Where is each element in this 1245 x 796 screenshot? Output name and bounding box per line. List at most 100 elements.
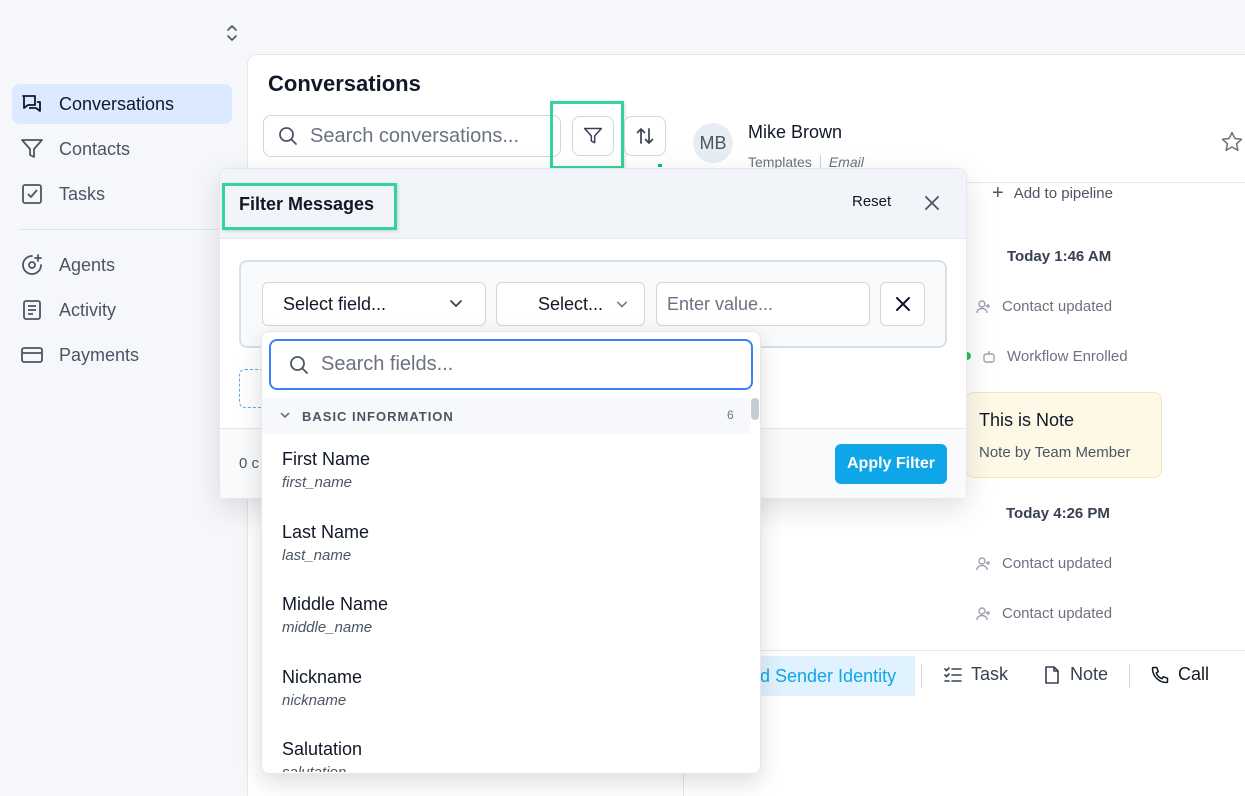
close-icon [895,297,910,311]
sort-arrows-icon [636,128,654,144]
field-select[interactable]: Select field... [262,282,486,326]
field-option-key: last_name [282,546,352,564]
sidebar-collapse-toggle[interactable] [222,22,242,44]
field-option-key: middle_name [282,619,373,637]
operator-select[interactable]: Select... [496,282,645,326]
apply-filter-button[interactable]: Apply Filter [835,444,947,484]
close-button[interactable] [922,193,942,213]
reset-button[interactable]: Reset [852,193,891,210]
remove-rule-button[interactable] [880,282,925,326]
note-card [966,392,1162,478]
task-button[interactable]: Task [943,664,1008,685]
field-option-label: First Name [282,449,371,469]
field-option-key: first_name [282,474,353,491]
sidebar-item-label: Contacts [59,138,131,159]
scrollbar[interactable] [751,398,759,420]
group-label: BASIC INFORMATION [302,409,454,424]
note-label: Note [1070,664,1109,684]
search-icon [290,355,308,374]
chevron-down-icon [450,300,462,308]
funnel-icon [583,127,603,144]
user-plus-icon [976,606,992,622]
note-author: Note by Team Member [979,444,1131,461]
timestamp-label: Today 1:46 AM [1007,248,1112,265]
tab-indicator [658,164,662,167]
chevron-down-icon [616,301,628,308]
call-label: Call [1178,664,1210,684]
activity-text: Workflow Enrolled [1007,348,1128,365]
sort-button[interactable] [624,116,666,156]
call-button[interactable]: Call [1150,664,1209,685]
task-label: Task [971,664,1009,684]
sidebar-item-label: Conversations [59,93,175,114]
modal-title: Filter Messages [239,194,375,214]
close-icon [925,196,939,210]
sidebar-item-label: Tasks [59,183,106,204]
field-option-label: Middle Name [282,594,389,615]
check-square-icon [20,182,44,206]
sidebar-item-label: Agents [59,254,116,275]
timestamp-label: Today 4:26 PM [1006,505,1110,522]
field-list: First Name first_name Last Name last_nam… [262,434,750,772]
sidebar-divider [18,229,228,230]
sidebar-item-payments[interactable]: Payments [12,335,232,375]
value-input[interactable]: Enter value... [656,282,870,326]
sender-identity-label: d Sender Identity [760,665,897,686]
search-placeholder: Search conversations... [310,124,519,147]
field-option[interactable]: Last Name last_name [262,507,750,580]
sidebar-item-tasks[interactable]: Tasks [12,174,232,214]
sparkle-agent-icon [20,253,44,277]
sidebar-item-activity[interactable]: Activity [12,290,232,330]
add-to-pipeline-button[interactable]: + Add to pipeline [992,183,1113,203]
note-button[interactable]: Note [1042,664,1108,685]
user-plus-icon [976,556,992,572]
contact-name: Mike Brown [748,122,843,142]
chevron-up-down-icon [227,25,237,41]
sidebar-item-label: Activity [59,299,117,320]
avatar: MB [693,123,733,163]
activity-item: Workflow Enrolled [981,348,1128,365]
phone-icon [1150,665,1170,685]
field-select-value: Select field... [283,293,387,314]
sidebar-item-agents[interactable]: Agents [12,245,232,285]
robot-icon [981,349,997,365]
sidebar-item-conversations[interactable]: Conversations [12,84,232,124]
field-option-label: Salutation [282,739,363,760]
field-search-placeholder: Search fields... [321,353,454,375]
star-icon[interactable] [1220,130,1244,154]
toolbar-divider [1129,664,1130,688]
plus-icon: + [992,182,1004,204]
activity-item: Contact updated [976,298,1112,315]
field-option[interactable]: Nickname nickname [262,652,750,725]
field-option-label: Last Name [282,521,370,542]
field-search-input[interactable]: Search fields... [269,339,753,390]
sidebar-item-contacts[interactable]: Contacts [12,129,232,169]
user-plus-icon [976,299,992,315]
sender-identity-tab[interactable]: d Sender Identity [760,656,915,696]
activity-text: Contact updated [1002,298,1113,315]
field-option[interactable]: Middle Name middle_name [262,579,750,652]
page-title: Conversations [268,71,421,96]
field-option-key: salutation [282,764,750,772]
field-group-header[interactable]: BASIC INFORMATION 6 [262,398,750,434]
chat-bubbles-icon [20,92,44,116]
meta-separator [819,155,821,169]
field-option[interactable]: First Name first_name [262,434,750,507]
document-list-icon [20,298,44,322]
result-count: 0 c [239,455,260,472]
field-option-label: Nickname [282,666,363,687]
filter-button[interactable] [572,116,614,156]
sidebar-item-label: Payments [59,344,140,365]
field-option-key: nickname [282,691,347,709]
group-count: 6 [727,408,734,422]
funnel-icon [20,137,44,161]
activity-item: Contact updated [976,605,1112,622]
conversation-search-input[interactable]: Search conversations... [263,115,561,157]
chevron-down-icon [280,412,290,419]
note-document-icon [1042,665,1062,685]
credit-card-icon [20,343,44,367]
toolbar-divider [921,664,922,688]
field-option[interactable]: Salutation salutation [262,724,750,772]
activity-text: Contact updated [1002,605,1113,622]
note-title: This is Note [979,410,1075,430]
